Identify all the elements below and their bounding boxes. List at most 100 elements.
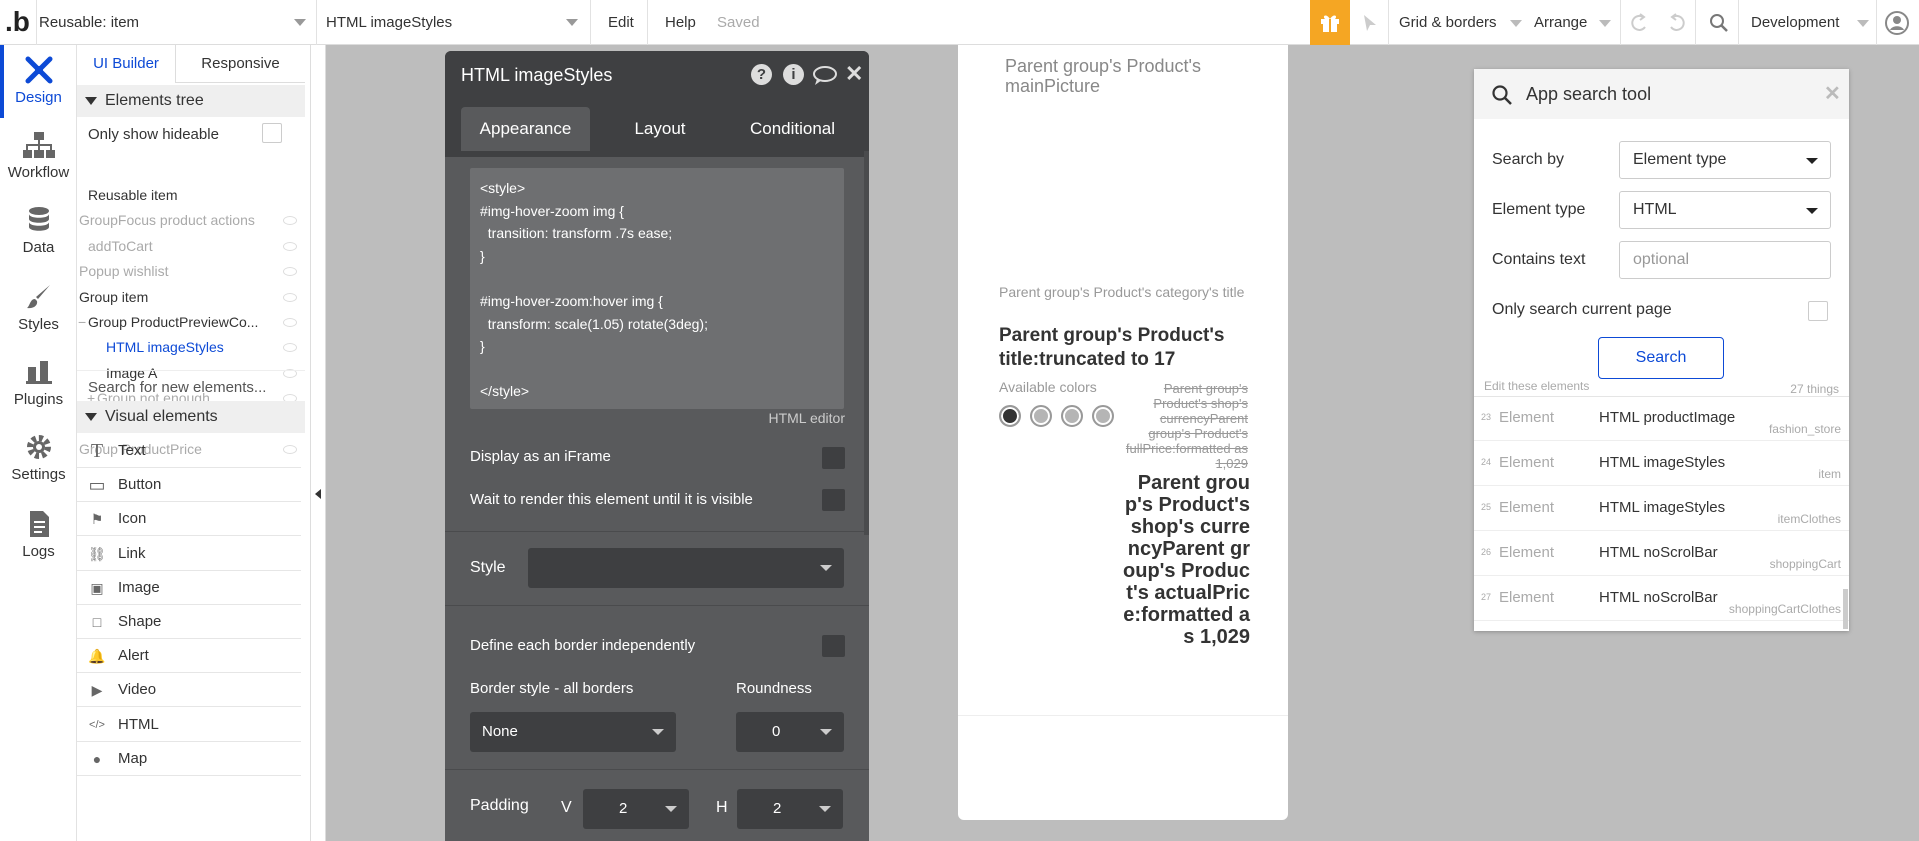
visual-element-item[interactable]: </> HTML: [77, 708, 301, 742]
close-icon[interactable]: ✕: [1824, 81, 1841, 106]
undo-icon[interactable]: [1628, 12, 1650, 34]
eye-icon[interactable]: [283, 343, 297, 353]
html-editor-label[interactable]: HTML editor: [745, 410, 845, 426]
eye-icon[interactable]: [283, 318, 297, 327]
rail-item-settings[interactable]: Settings: [0, 432, 77, 483]
page-selector[interactable]: Reusable: item: [39, 0, 309, 45]
visual-element-label: Video: [118, 681, 157, 699]
elements-tree-header[interactable]: Elements tree: [77, 85, 305, 117]
style-dropdown[interactable]: [528, 548, 844, 588]
only-current-page-checkbox[interactable]: [1808, 301, 1828, 321]
search-elements-input[interactable]: Search for new elements...: [88, 379, 266, 396]
chevron-down-icon: [665, 806, 677, 812]
bubble-logo-icon[interactable]: .b: [5, 6, 30, 38]
search-result-row[interactable]: 24 Element HTML imageStyles item: [1474, 441, 1849, 486]
element-selector[interactable]: HTML imageStyles: [326, 0, 586, 45]
tree-item[interactable]: +Popup wishlist: [77, 259, 305, 284]
edit-these-elements-link[interactable]: Edit these elements: [1484, 379, 1589, 393]
tree-toggle[interactable]: −: [78, 310, 86, 335]
search-result-row[interactable]: 27 Element HTML noScrolBar shoppingCartClot…: [1474, 576, 1849, 621]
visual-element-item[interactable]: T Text: [77, 434, 301, 468]
search-result-row[interactable]: 26 Element HTML noScrolBar shoppingCart: [1474, 531, 1849, 576]
results-scrollbar[interactable]: [1843, 589, 1848, 629]
styles-icon: [26, 285, 50, 309]
rail-item-label: Workflow: [7, 164, 70, 181]
color-swatch[interactable]: [1030, 405, 1052, 427]
help-icon[interactable]: ?: [751, 64, 772, 85]
editor-header[interactable]: HTML imageStyles ? i ✕: [445, 51, 869, 99]
eye-icon[interactable]: [283, 241, 297, 251]
tab-conditional[interactable]: Conditional: [730, 107, 855, 151]
wait-render-checkbox[interactable]: [822, 489, 845, 511]
grid-borders-menu[interactable]: Grid & borders: [1399, 0, 1524, 45]
code-text: <style> #img-hover-zoom img { transition…: [480, 180, 708, 400]
actual-price-text[interactable]: Parent group's Product's shop's currency…: [1120, 472, 1250, 648]
visual-elements-header[interactable]: Visual elements: [77, 401, 305, 433]
html-code-editor[interactable]: <style> #img-hover-zoom img { transition…: [470, 168, 844, 409]
visual-element-item[interactable]: 🔔 Alert: [77, 639, 301, 674]
display-iframe-checkbox[interactable]: [822, 447, 845, 469]
search-icon[interactable]: [1708, 12, 1730, 34]
color-swatch[interactable]: [999, 405, 1021, 427]
rail-item-workflow[interactable]: Workflow: [0, 130, 77, 181]
tab-responsive[interactable]: Responsive: [175, 45, 305, 83]
color-swatch[interactable]: [1092, 405, 1114, 427]
edit-menu[interactable]: Edit: [608, 14, 634, 31]
color-swatch[interactable]: [1061, 405, 1083, 427]
rail-item-styles[interactable]: Styles: [0, 282, 77, 333]
full-price-text[interactable]: Parent group's Product's shop's currency…: [1122, 381, 1248, 471]
category-text[interactable]: Parent group's Product's category's titl…: [999, 282, 1259, 302]
tab-appearance[interactable]: Appearance: [461, 107, 590, 151]
visual-element-item[interactable]: ▣ Image: [77, 571, 301, 605]
tab-layout[interactable]: Layout: [600, 107, 720, 151]
rail-item-design[interactable]: Design: [0, 55, 77, 106]
arrange-menu[interactable]: Arrange: [1534, 0, 1614, 45]
product-title[interactable]: Parent group's Product's title:truncated…: [999, 324, 1259, 372]
gift-button[interactable]: [1310, 0, 1350, 45]
visual-element-item[interactable]: ▭ Button: [77, 468, 301, 503]
rail-item-logs[interactable]: Logs: [0, 509, 77, 560]
search-result-row[interactable]: 23 Element HTML productImage fashion_store: [1474, 396, 1849, 441]
tree-item[interactable]: Reusable item: [77, 183, 305, 208]
padding-v-dropdown[interactable]: 2: [583, 789, 689, 829]
visual-element-item[interactable]: ⛓ Link: [77, 537, 301, 571]
search-by-dropdown[interactable]: Element type: [1619, 141, 1831, 179]
tab-ui-builder[interactable]: UI Builder: [77, 45, 175, 83]
visual-element-item[interactable]: ⚑ Icon: [77, 502, 301, 537]
roundness-dropdown[interactable]: 0: [736, 712, 844, 752]
redo-icon[interactable]: [1666, 12, 1688, 34]
user-icon[interactable]: [1884, 10, 1910, 36]
border-style-dropdown[interactable]: None: [470, 712, 676, 752]
padding-h-dropdown[interactable]: 2: [737, 789, 843, 829]
info-icon[interactable]: i: [783, 64, 804, 85]
tree-item[interactable]: +GroupFocus product actions: [77, 208, 305, 233]
rail-item-plugins[interactable]: Plugins: [0, 357, 77, 408]
contains-text-input[interactable]: optional: [1619, 241, 1831, 279]
result-type: Element: [1499, 409, 1555, 426]
tree-item[interactable]: −Group item: [77, 285, 305, 310]
eye-icon[interactable]: [283, 216, 297, 226]
tree-item[interactable]: − Group ProductPreviewCo...: [77, 310, 305, 335]
panel-collapse-handle[interactable]: [311, 45, 326, 841]
element-type-dropdown[interactable]: HTML: [1619, 191, 1831, 229]
visual-element-item[interactable]: ▶ Video: [77, 673, 301, 708]
help-menu[interactable]: Help: [665, 14, 696, 31]
visual-element-item[interactable]: ● Map: [77, 742, 301, 776]
close-icon[interactable]: ✕: [845, 61, 863, 87]
rail-item-data[interactable]: Data: [0, 205, 77, 256]
main-picture-placeholder[interactable]: Parent group's Product's mainPicture: [1005, 56, 1255, 96]
reusable-item-card[interactable]: Parent group's Product's mainPicture Par…: [958, 45, 1288, 820]
define-border-checkbox[interactable]: [822, 635, 845, 657]
search-button[interactable]: Search: [1598, 337, 1724, 379]
environment-selector[interactable]: Development: [1751, 0, 1871, 45]
cursor-icon[interactable]: [1361, 13, 1379, 33]
eye-icon[interactable]: [283, 292, 297, 302]
visual-element-item[interactable]: □ Shape: [77, 605, 301, 639]
comment-icon[interactable]: [812, 65, 838, 87]
tree-item[interactable]: HTML imageStyles: [77, 335, 305, 360]
tree-item[interactable]: addToCart: [77, 234, 305, 259]
search-tool-header[interactable]: App search tool ✕: [1474, 69, 1849, 119]
eye-icon[interactable]: [283, 267, 297, 277]
editor-scrollbar[interactable]: [864, 151, 869, 535]
search-result-row[interactable]: 25 Element HTML imageStyles itemClothes: [1474, 486, 1849, 531]
